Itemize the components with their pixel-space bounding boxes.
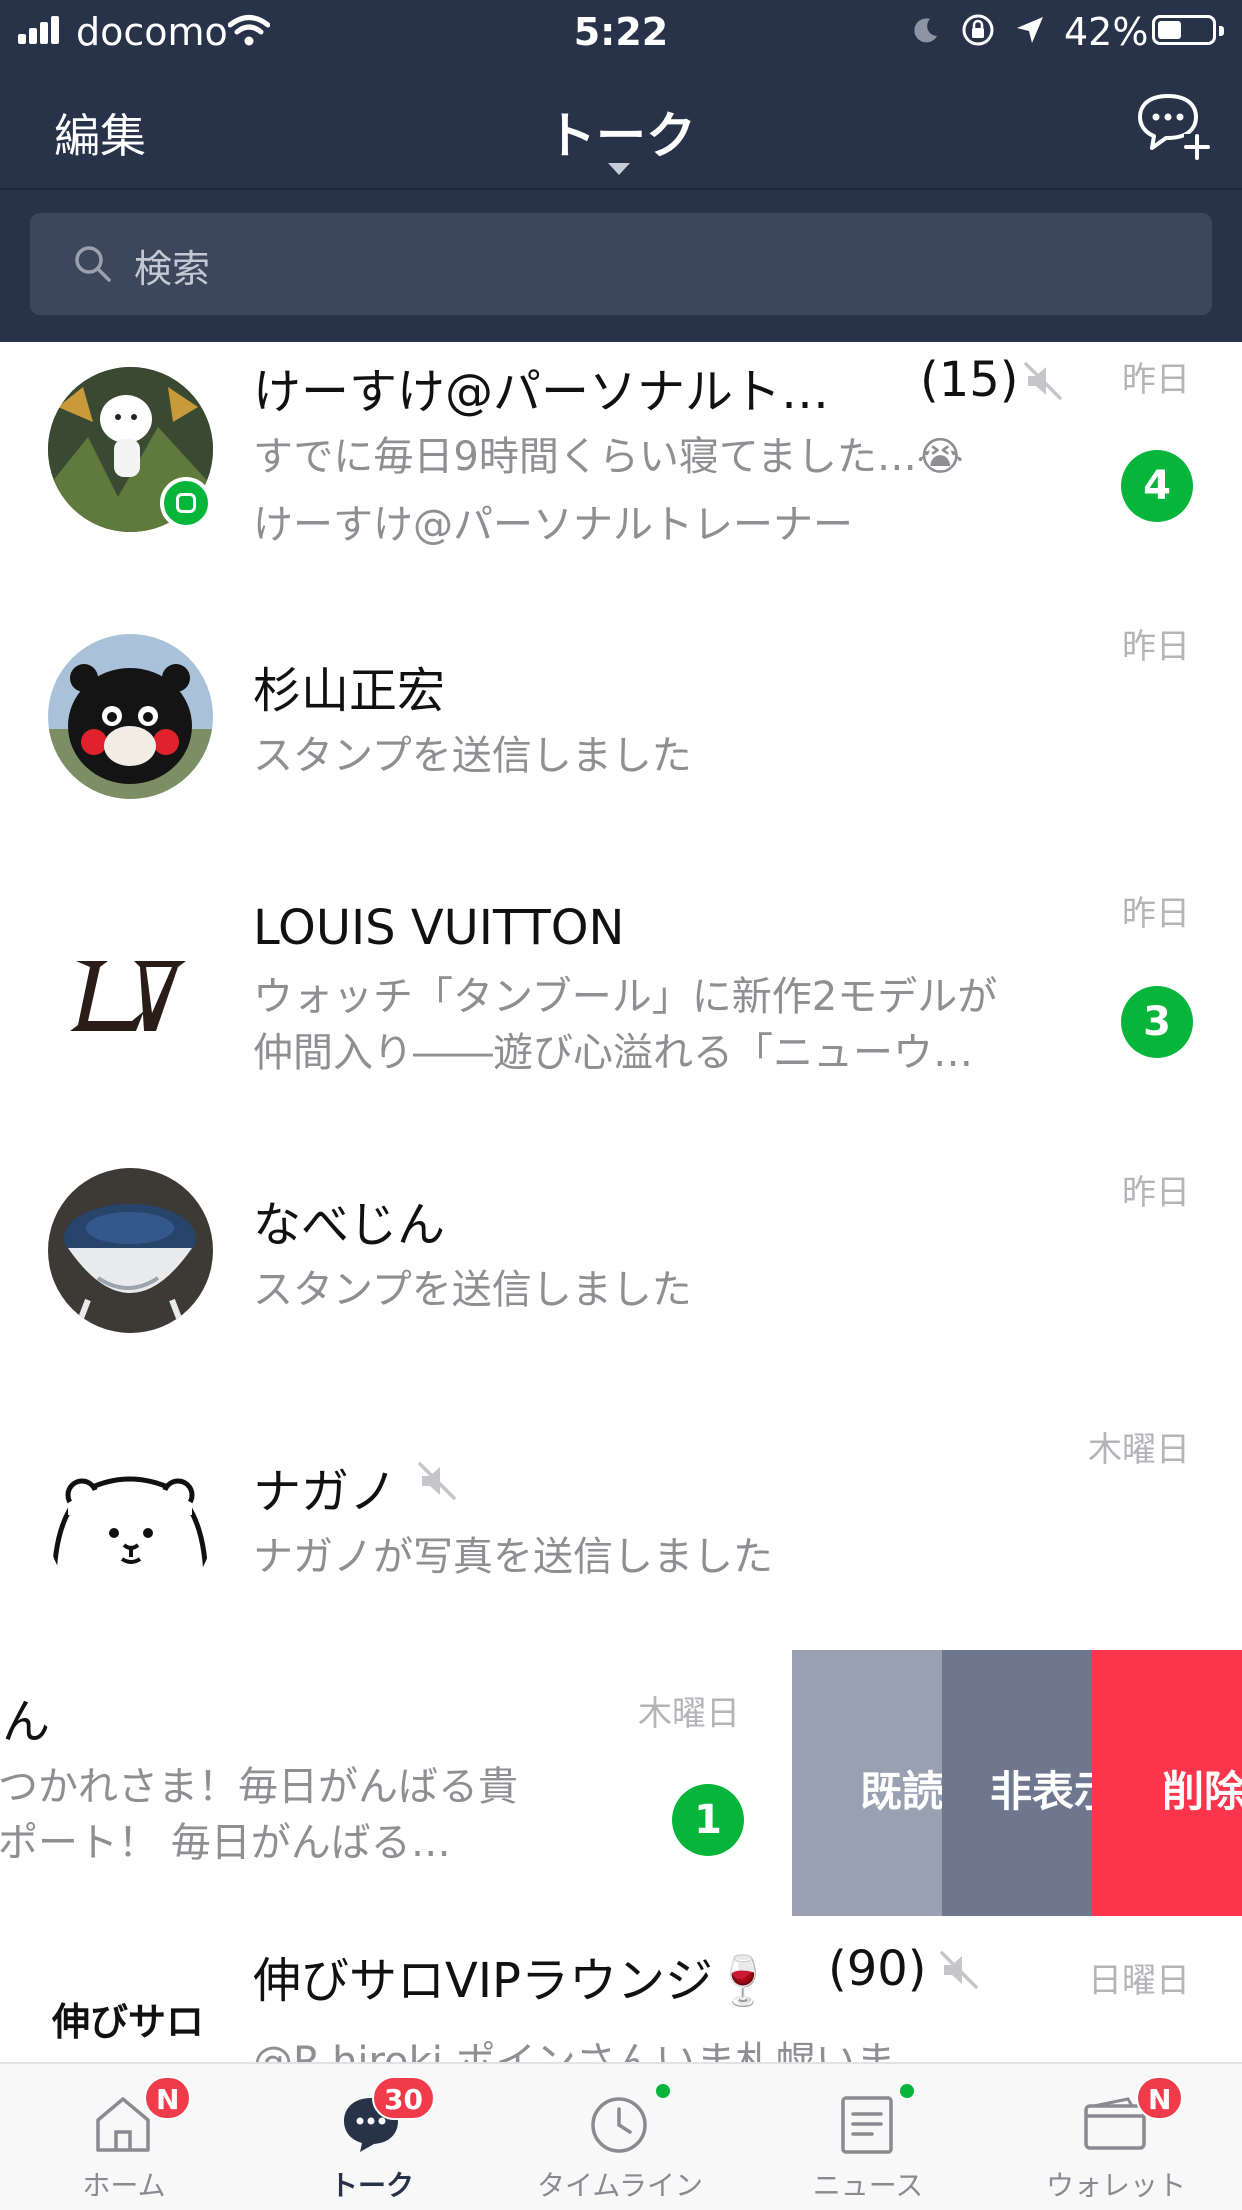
rotation-lock-icon [962, 14, 994, 46]
chat-preview: スタンプを送信しました [253, 1267, 692, 1313]
page-title[interactable]: トーク [0, 96, 1242, 168]
chat-name: 伸びサロVIPラウンジ🍷 [253, 1953, 773, 2009]
chat-time: 昨日 [1122, 360, 1190, 400]
search-icon [75, 246, 111, 282]
search-input[interactable]: 検索 [30, 213, 1212, 315]
hide-button[interactable]: 非表示 [942, 1650, 1092, 1916]
delete-button[interactable]: 削除 [1092, 1650, 1242, 1916]
tab-timeline[interactable]: タイムライン [496, 2064, 744, 2210]
member-count: (90) [828, 1941, 927, 1997]
chat-name: 杉山正宏 [253, 663, 446, 719]
chat-add-icon[interactable] [1134, 90, 1214, 162]
tab-label: トーク [329, 2169, 414, 2202]
unread-badge: 3 [1121, 986, 1193, 1058]
chat-time: 木曜日 [638, 1694, 740, 1734]
mute-icon [1024, 362, 1062, 400]
chat-preview: ウォッチ「タンブール」に新作2モデルが [253, 974, 998, 1020]
chat-time: 昨日 [1122, 894, 1190, 934]
tab-badge: N [1136, 2076, 1184, 2120]
avatar-nobisalon: 伸びサロ [48, 1987, 213, 2047]
new-dot [900, 2084, 914, 2098]
chat-time: 昨日 [1122, 1173, 1190, 1213]
tab-talk[interactable]: トーク 30 [248, 2064, 496, 2210]
chat-name: けーすけ@パーソナルト… [253, 364, 830, 420]
avatar-nagano [48, 1445, 213, 1610]
chat-preview: ナガノが写真を送信しました [253, 1534, 773, 1580]
clock-time: 5:22 [573, 10, 669, 54]
tab-home[interactable]: ホーム N [0, 2064, 248, 2210]
chat-preview-line2: けーすけ@パーソナルトレーナー [253, 502, 853, 548]
chat-time: 昨日 [1122, 627, 1190, 667]
app-header: docomo 5:22 42% 編集 トーク 検索 [0, 0, 1242, 342]
search-placeholder: 検索 [134, 247, 211, 291]
chat-row-keisuke[interactable]: けーすけ@パーソナルト… (15) 昨日 すでに毎日9時間くらい寝てました…😭 … [0, 342, 1242, 609]
avatar-nabejin [48, 1168, 213, 1333]
battery-icon [1152, 15, 1224, 45]
chat-time: 日曜日 [1088, 1961, 1190, 2001]
chat-preview-line2: サポート！ 毎日がんばる… [0, 1820, 451, 1866]
tab-bar: ホーム N トーク 30 タイムライン ニュース ウォレット N [0, 2062, 1242, 2210]
tab-news[interactable]: ニュース [744, 2064, 992, 2210]
chat-name: なべじん [253, 1197, 446, 1253]
location-icon [1017, 17, 1043, 43]
tab-label: ウォレット [1045, 2169, 1186, 2202]
chat-preview-line2: 仲間入り――遊び心溢れる「ニューウ… [253, 1030, 973, 1076]
tab-badge: N [144, 2076, 192, 2120]
chat-name: けん [0, 1694, 51, 1750]
mute-icon [940, 1951, 978, 1989]
chat-name: ナガノ [253, 1464, 398, 1520]
tab-label: タイムライン [536, 2169, 704, 2202]
chat-preview: @R.hiroki ポインさんいま札幌いま [253, 2039, 896, 2062]
tab-badge: 30 [372, 2076, 435, 2120]
chat-row-nabejin[interactable]: なべじん 昨日 スタンプを送信しました [0, 1143, 1242, 1410]
tab-label: ホーム [82, 2169, 166, 2202]
chat-row-nagano[interactable]: ナガノ 木曜日 ナガノが写真を送信しました [0, 1410, 1242, 1677]
avatar-text: 伸びサロ [52, 2000, 205, 2044]
chat-row-sugiyama[interactable]: 杉山正宏 昨日 スタンプを送信しました [0, 609, 1242, 876]
clock-icon [591, 2097, 647, 2153]
chat-preview: おつかれさま！毎日がんばる貴 [0, 1764, 518, 1810]
delete-label: 削除 [1162, 1767, 1242, 1816]
title-dropdown-icon[interactable] [608, 163, 630, 175]
mute-icon [418, 1462, 456, 1500]
unread-badge: 1 [672, 1784, 744, 1856]
tab-label: ニュース [812, 2169, 924, 2202]
chat-row-swiped[interactable]: けん 木曜日 おつかれさま！毎日がんばる貴 サポート！ 毎日がんばる… 1 [0, 1650, 792, 1917]
member-count: (15) [920, 352, 1019, 408]
mark-read-button[interactable]: 既読 [792, 1650, 942, 1916]
hide-label: 非表示 [990, 1767, 1092, 1816]
new-dot [656, 2084, 670, 2098]
moon-icon [914, 18, 937, 43]
chat-time: 木曜日 [1088, 1430, 1190, 1470]
chat-row-louis-vuitton[interactable]: LOUIS VUITTON 昨日 ウォッチ「タンブール」に新作2モデルが 仲間入… [0, 876, 1242, 1143]
chat-row-nobisalon[interactable]: 伸びサロ 伸びサロVIPラウンジ🍷 (90) 日曜日 @R.hiroki ポイン… [0, 1917, 1242, 2062]
avatar-sugiyama [48, 634, 213, 799]
official-account-icon [160, 477, 212, 529]
battery-percent: 42% [1064, 10, 1149, 54]
chat-name: LOUIS VUITTON [253, 900, 625, 956]
avatar-louis-vuitton [48, 909, 213, 1074]
chat-preview: スタンプを送信しました [253, 733, 692, 779]
chat-preview: すでに毎日9時間くらい寝てました…😭 [253, 434, 964, 480]
news-icon [841, 2096, 893, 2154]
unread-badge: 4 [1121, 450, 1193, 522]
header-divider [0, 188, 1242, 190]
tab-wallet[interactable]: ウォレット N [992, 2064, 1240, 2210]
mark-read-label: 既読 [860, 1767, 942, 1816]
